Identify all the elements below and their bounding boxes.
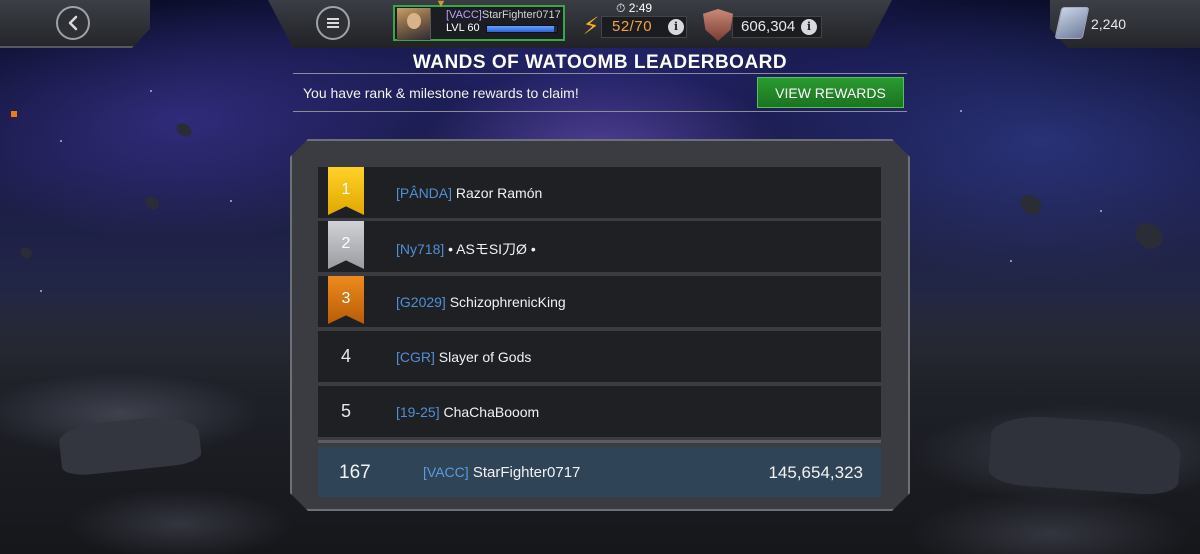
rank-number: 3 [341,290,351,307]
leaderboard-row[interactable]: 3 [G2029] SchizophrenicKing [318,276,881,327]
stopwatch-icon: ⏱ [616,1,626,15]
rank-number: 4 [340,346,351,366]
asteroid [1017,192,1045,218]
avatar [397,8,431,40]
player-level: LVL 60 [446,22,480,34]
player-name: SchizophrenicKing [449,294,566,310]
player-name: Razor Ramón [455,185,543,201]
back-button[interactable] [56,6,90,40]
row-label: [Ny718] • ASモSI刀Ø • [396,239,536,259]
notification-dot [11,111,17,117]
alliance-tag: [PÂNDA] [396,185,453,201]
notice-divider [293,111,907,112]
asteroid [18,246,34,260]
alliance-tag: [19-25] [396,404,440,420]
alliance-tag: [CGR] [396,349,435,365]
current-player-label: [VACC] StarFighter0717 [423,464,580,481]
row-label: [CGR] Slayer of Gods [396,349,531,365]
gold-rank-flag: 1 [328,167,364,215]
top-bar: ▼ [VACC]StarFighter0717 LVL 60 ⏱ 2:49 ⚡ … [0,0,1200,48]
player-alliance-tag: [VACC] [446,9,482,21]
rank-number: 1 [341,181,351,198]
star [40,290,42,292]
leaderboard-row[interactable]: 2 [Ny718] • ASモSI刀Ø • [318,221,881,272]
energy-value: 52/70 [612,18,653,35]
leaderboard-row[interactable]: 5 [19-25] ChaChaBooom [318,386,881,437]
player-name: StarFighter0717 [472,464,581,481]
alliance-tag: [VACC] [423,464,469,480]
row-label: [PÂNDA] Razor Ramón [396,185,542,201]
alliance-tag: [G2029] [396,294,446,310]
title-divider [293,73,907,74]
lightning-bolt-icon: ⚡ [582,13,600,40]
units-value: 2,240 [1091,16,1127,32]
leaderboard-divider [318,440,881,443]
row-label: [G2029] SchizophrenicKing [396,294,566,310]
current-player-row[interactable]: 167 [VACC] StarFighter0717 145,654,323 [318,447,881,497]
current-player-rank: 167 [339,462,371,483]
bronze-rank-flag: 3 [328,276,364,324]
asteroid [143,194,161,212]
hamburger-menu-icon [327,18,339,28]
energy-info-icon[interactable]: i [668,19,684,35]
star [960,110,962,112]
row-label: [19-25] ChaChaBooom [396,404,539,420]
rank-number: 2 [341,235,351,252]
rank-number: 5 [340,401,351,421]
xp-bar-fill [487,26,554,32]
energy-timer: ⏱ 2:49 [616,1,652,16]
chevron-left-icon [68,15,78,31]
star [1100,210,1102,212]
asteroid [1131,219,1167,253]
menu-button[interactable] [316,6,350,40]
page-title: WANDS OF WATOOMB LEADERBOARD [412,52,788,73]
leaderboard-row[interactable]: 1 [PÂNDA] Razor Ramón [318,167,881,218]
player-name: [VACC]StarFighter0717 [446,9,561,21]
star [60,140,62,142]
player-name-text: StarFighter0717 [481,9,561,21]
energy-timer-text: 2:49 [628,1,653,15]
current-player-score: 145,654,323 [768,463,863,482]
asteroid [174,121,194,139]
alliance-tag: [Ny718] [396,241,445,257]
view-rewards-button[interactable]: VIEW REWARDS [757,77,904,108]
leaderboard-row[interactable]: 4 [CGR] Slayer of Gods [318,331,881,382]
rewards-notice: You have rank & milestone rewards to cla… [303,85,579,101]
xp-bar [486,25,558,33]
star [1010,260,1012,262]
star [230,200,232,202]
prestige-value: 606,304 [741,18,796,35]
star [150,90,152,92]
player-name: • ASモSI刀Ø • [448,241,536,257]
player-name: Slayer of Gods [438,349,532,365]
prestige-info-icon[interactable]: i [801,19,817,35]
player-name: ChaChaBooom [443,404,540,420]
silver-rank-flag: 2 [328,221,364,269]
